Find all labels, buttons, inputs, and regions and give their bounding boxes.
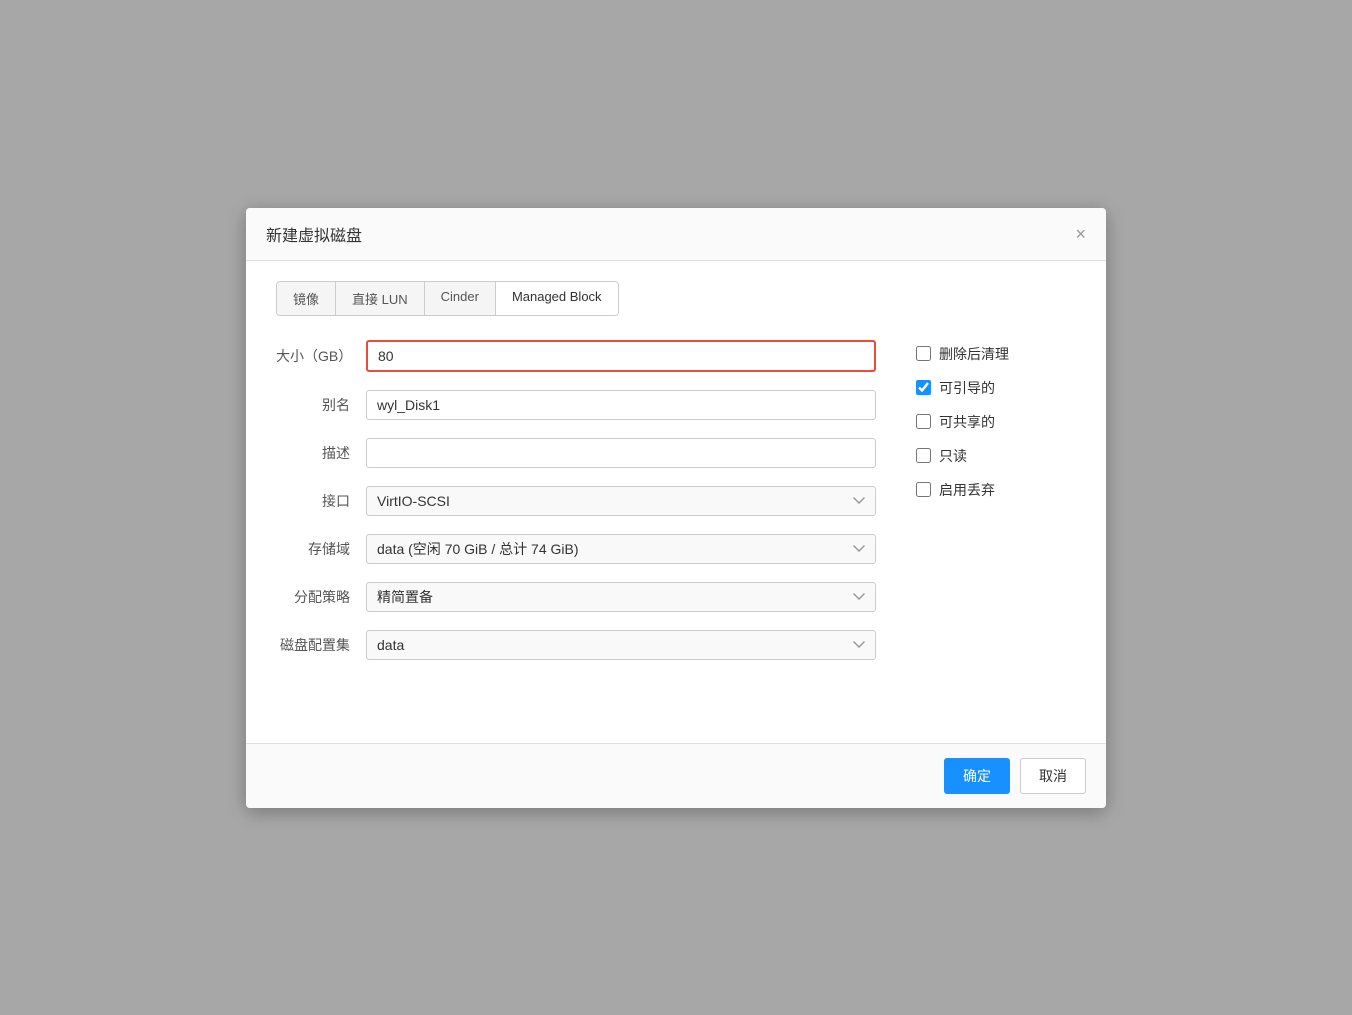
bootable-row: 可引导的 xyxy=(916,378,1076,398)
tab-cinder[interactable]: Cinder xyxy=(425,282,496,315)
form-content: 大小（GB） 别名 描述 xyxy=(276,340,1076,678)
storage-domain-control: data (空闲 70 GiB / 总计 74 GiB) xyxy=(366,534,876,564)
wipe-after-delete-label[interactable]: 删除后清理 xyxy=(939,344,1009,364)
enable-discard-label[interactable]: 启用丢弃 xyxy=(939,480,995,500)
dialog-header: 新建虚拟磁盘 × xyxy=(246,208,1106,261)
allocation-row: 分配策略 精简置备 预分配 xyxy=(276,582,876,612)
alias-control xyxy=(366,390,876,420)
tabs-bar: 镜像 直接 LUN Cinder Managed Block xyxy=(276,281,619,316)
storage-domain-select[interactable]: data (空闲 70 GiB / 总计 74 GiB) xyxy=(366,534,876,564)
shareable-checkbox[interactable] xyxy=(916,414,931,429)
confirm-button[interactable]: 确定 xyxy=(944,758,1010,794)
allocation-select[interactable]: 精简置备 预分配 xyxy=(366,582,876,612)
size-label: 大小（GB） xyxy=(276,346,366,366)
form-left: 大小（GB） 别名 描述 xyxy=(276,340,876,678)
shareable-row: 可共享的 xyxy=(916,412,1076,432)
dialog-body: 镜像 直接 LUN Cinder Managed Block 大小（GB） xyxy=(246,261,1106,743)
shareable-label[interactable]: 可共享的 xyxy=(939,412,995,432)
read-only-checkbox[interactable] xyxy=(916,448,931,463)
size-row: 大小（GB） xyxy=(276,340,876,372)
allocation-control: 精简置备 预分配 xyxy=(366,582,876,612)
size-input[interactable] xyxy=(366,340,876,372)
close-button[interactable]: × xyxy=(1075,225,1086,243)
allocation-label: 分配策略 xyxy=(276,587,366,607)
tab-direct-lun[interactable]: 直接 LUN xyxy=(336,282,425,315)
description-control xyxy=(366,438,876,468)
disk-profile-label: 磁盘配置集 xyxy=(276,635,366,655)
dialog: 新建虚拟磁盘 × 镜像 直接 LUN Cinder Managed Block … xyxy=(246,208,1106,808)
description-input[interactable] xyxy=(366,438,876,468)
description-label: 描述 xyxy=(276,443,366,463)
description-row: 描述 xyxy=(276,438,876,468)
interface-select[interactable]: VirtIO-SCSI VirtIO IDE SATA xyxy=(366,486,876,516)
dialog-title: 新建虚拟磁盘 xyxy=(266,222,362,246)
dialog-footer: 确定 取消 xyxy=(246,743,1106,808)
bootable-checkbox[interactable] xyxy=(916,380,931,395)
disk-profile-row: 磁盘配置集 data xyxy=(276,630,876,660)
interface-control: VirtIO-SCSI VirtIO IDE SATA xyxy=(366,486,876,516)
interface-row: 接口 VirtIO-SCSI VirtIO IDE SATA xyxy=(276,486,876,516)
dialog-overlay: 新建虚拟磁盘 × 镜像 直接 LUN Cinder Managed Block … xyxy=(0,0,1352,1015)
tab-managed-block[interactable]: Managed Block xyxy=(496,282,618,315)
wipe-after-delete-checkbox[interactable] xyxy=(916,346,931,361)
interface-label: 接口 xyxy=(276,491,366,511)
alias-row: 别名 xyxy=(276,390,876,420)
wipe-after-delete-row: 删除后清理 xyxy=(916,344,1076,364)
size-control xyxy=(366,340,876,372)
storage-domain-label: 存储域 xyxy=(276,539,366,559)
enable-discard-row: 启用丢弃 xyxy=(916,480,1076,500)
disk-profile-control: data xyxy=(366,630,876,660)
read-only-label[interactable]: 只读 xyxy=(939,446,967,466)
form-right: 删除后清理 可引导的 可共享的 只读 xyxy=(916,340,1076,678)
disk-profile-select[interactable]: data xyxy=(366,630,876,660)
storage-domain-row: 存储域 data (空闲 70 GiB / 总计 74 GiB) xyxy=(276,534,876,564)
alias-label: 别名 xyxy=(276,395,366,415)
bootable-label[interactable]: 可引导的 xyxy=(939,378,995,398)
enable-discard-checkbox[interactable] xyxy=(916,482,931,497)
alias-input[interactable] xyxy=(366,390,876,420)
cancel-button[interactable]: 取消 xyxy=(1020,758,1086,794)
tab-mirror[interactable]: 镜像 xyxy=(277,282,336,315)
read-only-row: 只读 xyxy=(916,446,1076,466)
